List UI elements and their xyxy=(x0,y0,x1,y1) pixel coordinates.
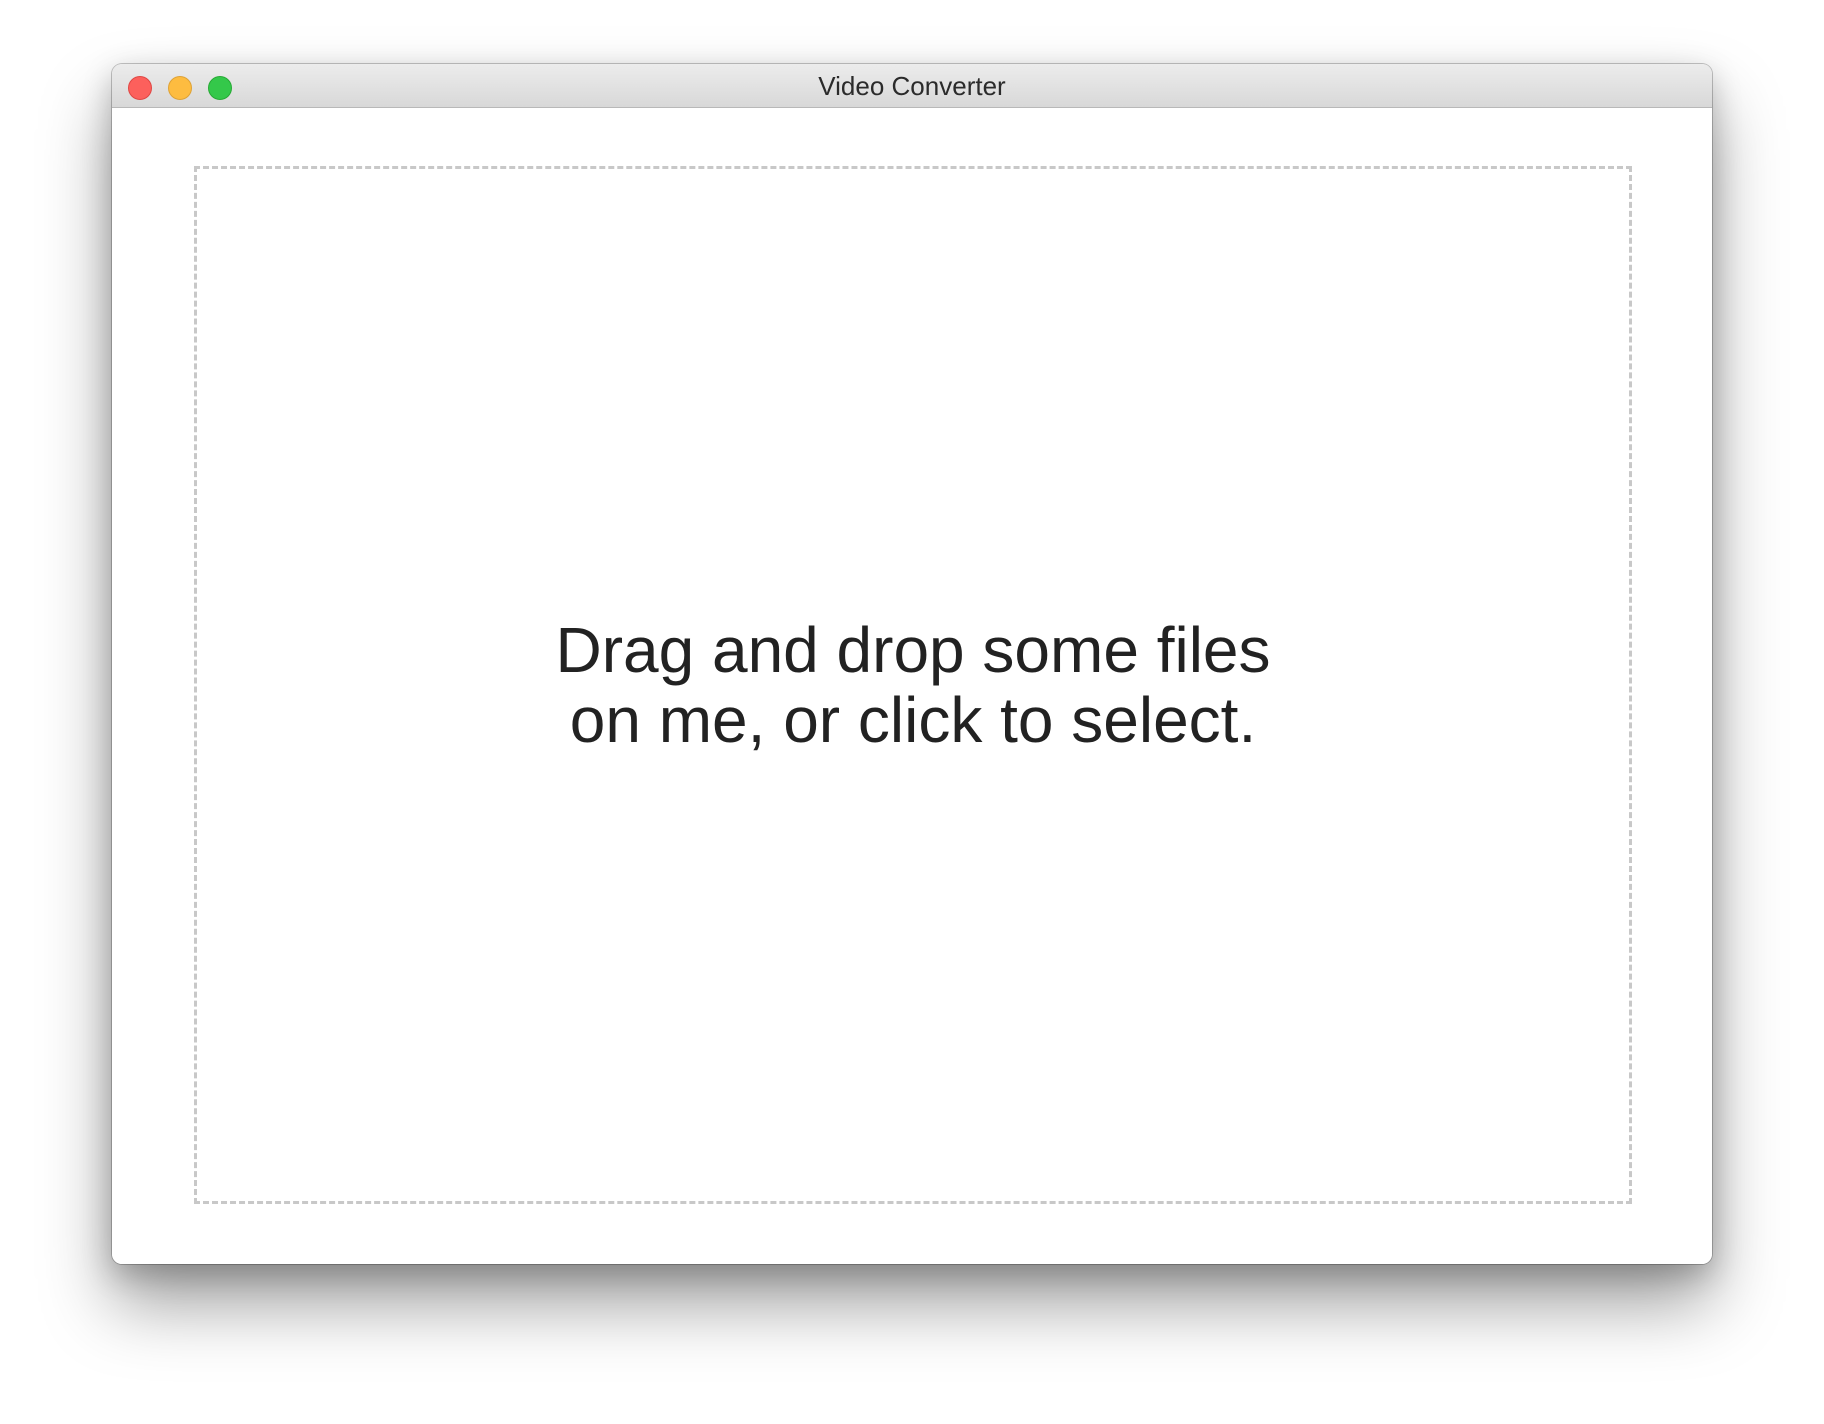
file-dropzone[interactable]: Drag and drop some files on me, or click… xyxy=(194,166,1632,1204)
window-title: Video Converter xyxy=(818,71,1006,101)
app-window: Video Converter Drag and drop some files… xyxy=(112,64,1712,1264)
title-bar[interactable]: Video Converter xyxy=(112,64,1712,108)
desktop: Video Converter Drag and drop some files… xyxy=(0,0,1824,1424)
dropzone-instructions: Drag and drop some files on me, or click… xyxy=(555,614,1271,756)
window-content: Drag and drop some files on me, or click… xyxy=(112,108,1712,1264)
